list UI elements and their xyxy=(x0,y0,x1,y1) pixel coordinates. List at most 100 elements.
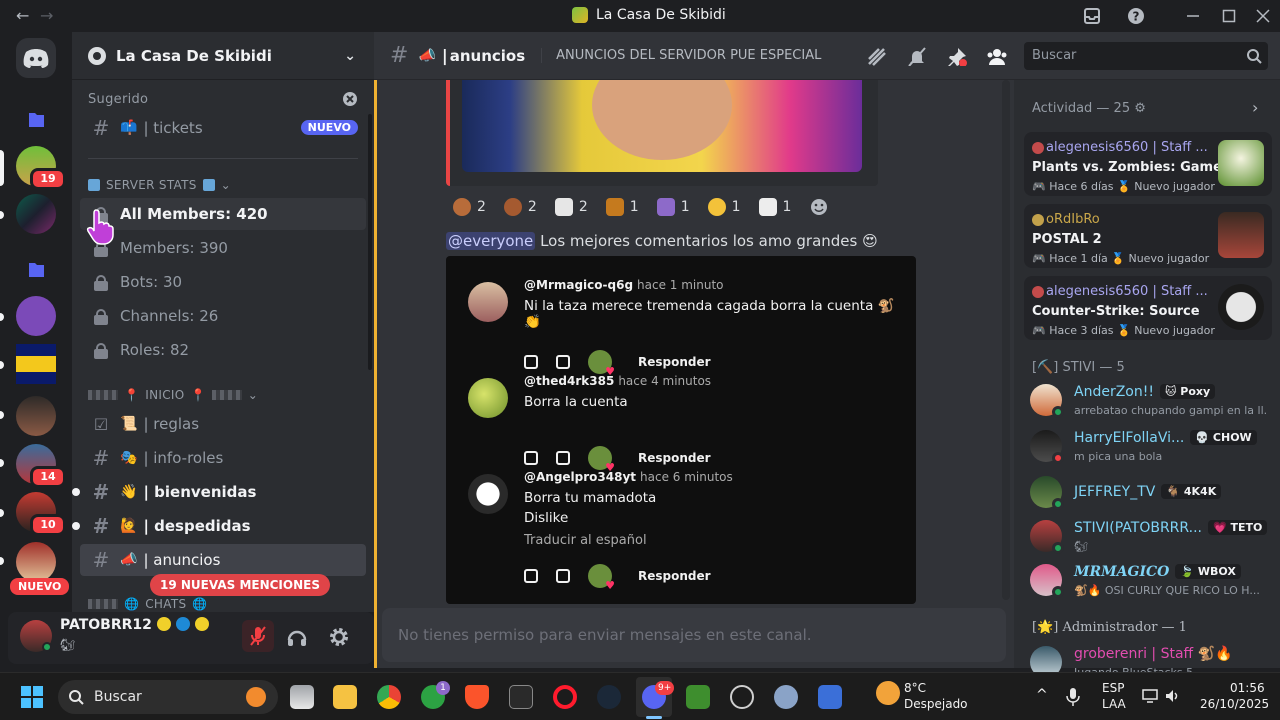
channel-members[interactable]: Members: 390 xyxy=(80,232,366,264)
server-2[interactable] xyxy=(16,194,56,234)
settings-app-icon[interactable] xyxy=(774,685,798,709)
reply-button[interactable]: Responder xyxy=(638,451,711,465)
sidebar-scrollbar[interactable] xyxy=(368,114,372,370)
chrome-icon[interactable] xyxy=(377,685,401,709)
notification-bell-muted-icon[interactable] xyxy=(906,46,928,66)
windows-start-icon[interactable] xyxy=(20,685,44,709)
new-servers-pill[interactable]: NUEVO xyxy=(10,578,70,595)
taskbar-search[interactable]: Buscar xyxy=(58,680,278,714)
channel-bots[interactable]: Bots: 30 xyxy=(80,266,366,298)
reaction[interactable]: 2 xyxy=(497,194,544,220)
threads-icon[interactable] xyxy=(866,46,888,66)
file-explorer-icon[interactable] xyxy=(333,685,357,709)
server-3[interactable] xyxy=(16,296,56,336)
category-server-stats[interactable]: SERVER STATS ⌄ xyxy=(88,178,231,192)
inbox-icon[interactable] xyxy=(1083,7,1101,25)
member-item[interactable]: JEFFREY_TV 🐐 4K4K xyxy=(1030,472,1276,516)
channel-roles[interactable]: Roles: 82 xyxy=(80,334,366,366)
app-icon[interactable] xyxy=(730,685,754,709)
dismiss-suggestion-icon[interactable] xyxy=(342,91,358,107)
like-icon[interactable] xyxy=(524,569,538,583)
reaction[interactable]: 1 xyxy=(650,194,697,220)
chevron-up-icon[interactable]: ^ xyxy=(1036,687,1048,703)
clock-date[interactable]: 26/10/2025 xyxy=(1200,697,1269,711)
microphone-icon[interactable] xyxy=(1066,687,1080,707)
category-chats[interactable]: 🌐 CHATS 🌐 xyxy=(88,597,208,611)
chat-scrollbar-track[interactable] xyxy=(1002,80,1010,600)
reaction[interactable]: 2 xyxy=(548,194,595,220)
activity-card[interactable]: alegenesis6560 | Staff ... Counter-Strik… xyxy=(1024,276,1272,340)
channel-info-roles[interactable]: # 🎭 | info-roles xyxy=(80,442,366,474)
add-reaction-button[interactable] xyxy=(802,194,836,220)
task-view-icon[interactable] xyxy=(290,685,314,709)
member-item[interactable]: STIVI(PATOBRRR... 💗 TETO 🐿 xyxy=(1030,516,1276,560)
like-icon[interactable] xyxy=(524,451,538,465)
server-folder-1[interactable] xyxy=(16,100,56,140)
dislike-icon[interactable] xyxy=(556,355,570,369)
network-icon[interactable] xyxy=(1142,689,1158,703)
member-item[interactable]: AnderZon!! 🐱 Poxy arrebatao chupando gamp… xyxy=(1030,380,1276,424)
username-row[interactable]: PATOBRR12 xyxy=(60,617,209,633)
close-icon[interactable] xyxy=(1256,9,1270,23)
forward-arrow-icon[interactable]: → xyxy=(40,6,53,25)
everyone-mention[interactable]: @everyone xyxy=(446,232,536,250)
dislike-icon[interactable] xyxy=(556,569,570,583)
reaction[interactable]: 2 xyxy=(446,194,493,220)
activity-header[interactable]: Actividad — 25 ⚙ xyxy=(1032,101,1146,116)
reply-button[interactable]: Responder xyxy=(638,569,711,583)
screenshot-attachment[interactable]: @Mrmagico-q6g hace 1 minuto Ni la taza me… xyxy=(446,256,916,604)
dislike-icon[interactable] xyxy=(556,451,570,465)
server-boca[interactable] xyxy=(16,344,56,384)
chevron-right-icon[interactable]: › xyxy=(1252,98,1258,117)
guild-header[interactable]: La Casa De Skibidi ⌄ xyxy=(72,32,374,80)
server-tribu[interactable] xyxy=(16,542,56,582)
reply-button[interactable]: Responder xyxy=(638,355,711,369)
channel-despedidas[interactable]: # 🙋 | despedidas xyxy=(72,510,366,542)
help-icon[interactable]: ? xyxy=(1127,7,1145,25)
back-arrow-icon[interactable]: ← xyxy=(16,6,29,25)
bluestacks-icon[interactable] xyxy=(818,685,842,709)
embed-image[interactable] xyxy=(462,80,862,172)
reaction[interactable]: 1 xyxy=(752,194,799,220)
reaction[interactable]: 1 xyxy=(599,194,646,220)
volume-icon[interactable] xyxy=(1164,688,1180,704)
translate-link[interactable]: Traducir al español xyxy=(524,533,647,548)
channel-anuncios[interactable]: # 📣 | anuncios xyxy=(80,544,366,576)
search-input[interactable]: Buscar xyxy=(1024,42,1268,70)
new-mentions-pill[interactable]: 19 NUEVAS MENCIONES xyxy=(150,574,330,596)
language[interactable]: ESP xyxy=(1102,681,1124,695)
like-icon[interactable] xyxy=(524,355,538,369)
channel-channels[interactable]: Channels: 26 xyxy=(80,300,366,332)
minimize-icon[interactable] xyxy=(1186,10,1200,22)
member-item[interactable]: MRMAGICO 🍃 WBOX 🐒🔥 OSI CURLY QUE RICO LO … xyxy=(1030,560,1276,604)
member-list-icon[interactable] xyxy=(986,46,1008,66)
activity-card[interactable]: alegenesis6560 | Staff ... Plants vs. Zo… xyxy=(1024,132,1272,196)
brave-icon[interactable] xyxy=(465,685,489,709)
channel-tickets[interactable]: # 📫 | tickets NUEVO xyxy=(80,112,366,144)
channel-all-members[interactable]: All Members: 420 xyxy=(80,198,366,230)
minecraft-icon[interactable] xyxy=(686,685,710,709)
pinned-messages-icon[interactable] xyxy=(946,46,968,66)
headphones-icon[interactable] xyxy=(286,626,308,648)
steam-icon[interactable] xyxy=(597,685,621,709)
settings-gear-icon[interactable] xyxy=(328,626,350,648)
weather-icon[interactable] xyxy=(876,681,900,705)
discord-home-button[interactable] xyxy=(16,38,56,78)
server-folder-2[interactable] xyxy=(16,250,56,290)
maximize-icon[interactable] xyxy=(1222,9,1236,23)
channel-topic[interactable]: ANUNCIOS DEL SERVIDOR PUE ESPECIAL xyxy=(541,48,821,63)
reaction[interactable]: 1 xyxy=(701,194,748,220)
channel-reglas[interactable]: ☑ 📜 | reglas xyxy=(80,408,366,440)
server-5[interactable] xyxy=(16,396,56,436)
hash-icon: # xyxy=(92,548,110,572)
member-item[interactable]: HarryElFollaVi... 💀 CHOW m pica una bola xyxy=(1030,426,1276,470)
activity-card[interactable]: oRdIbRo POSTAL 2 🎮 Hace 1 día 🏅 Nuevo ju… xyxy=(1024,204,1272,268)
member-name: groberenri | Staff 🐒🔥 xyxy=(1074,646,1233,662)
channel-bienvenidas[interactable]: # 👋 | bienvenidas xyxy=(72,476,366,508)
epic-games-icon[interactable] xyxy=(509,685,533,709)
keyboard-layout[interactable]: LAA xyxy=(1102,697,1126,711)
category-inicio[interactable]: 📍 INICIO 📍 ⌄ xyxy=(88,388,258,402)
clock-time[interactable]: 01:56 xyxy=(1230,681,1265,695)
opera-icon[interactable] xyxy=(553,685,577,709)
mute-button[interactable] xyxy=(242,620,274,652)
